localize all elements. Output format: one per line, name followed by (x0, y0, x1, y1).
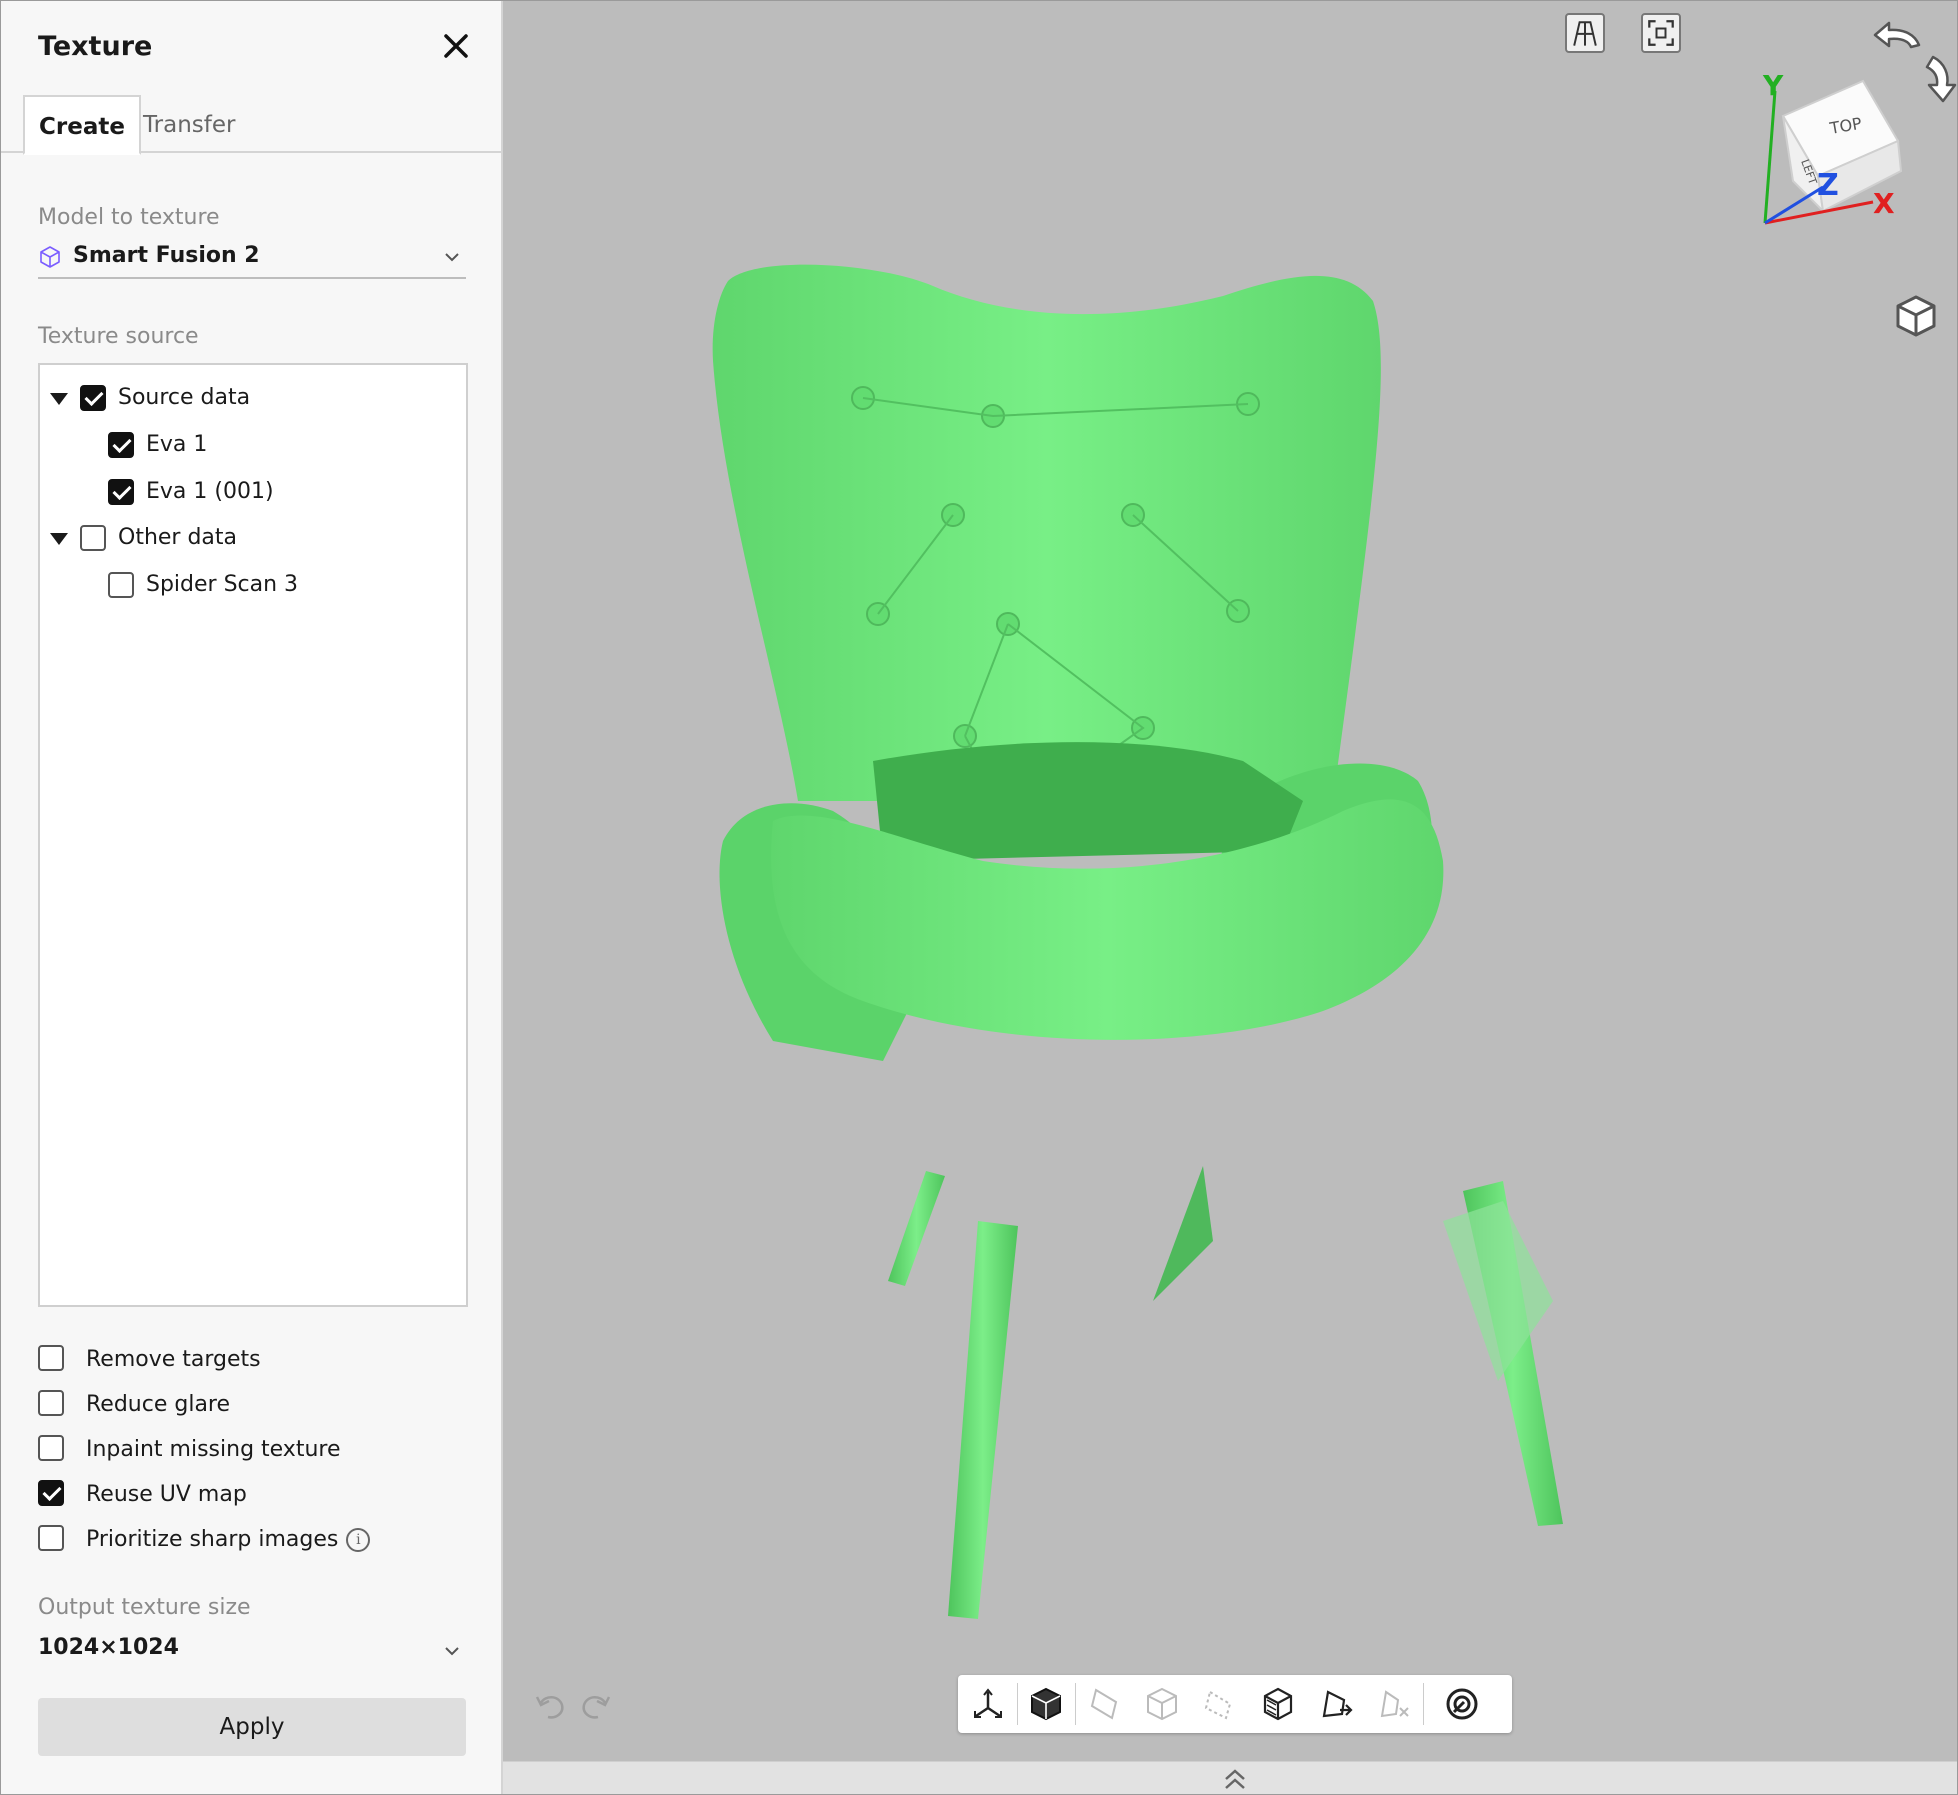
prioritize-sharp-checkbox[interactable] (38, 1525, 64, 1551)
close-icon[interactable] (437, 27, 475, 65)
spider-scan-3-checkbox[interactable] (108, 572, 134, 598)
other-data-checkbox[interactable] (80, 525, 106, 551)
inpaint-checkbox[interactable] (38, 1435, 64, 1461)
texture-source-tree: Source data Eva 1 Eva 1 (001) Other data… (38, 363, 468, 1307)
option-label-wrap: Prioritize sharp images i (86, 1527, 371, 1552)
tree-item-label: Other data (118, 525, 238, 550)
tab-create[interactable]: Create (23, 95, 141, 155)
output-size-dropdown[interactable]: 1024×1024 (38, 1633, 466, 1669)
remove-targets-checkbox[interactable] (38, 1345, 64, 1371)
flat-shading-icon[interactable] (1084, 1684, 1124, 1724)
expand-triangle-icon[interactable] (50, 533, 68, 545)
toolbar-separator (1017, 1683, 1018, 1725)
tree-item-label: Eva 1 (001) (146, 479, 274, 504)
chair-leg (948, 1221, 1018, 1619)
apply-button[interactable]: Apply (38, 1698, 466, 1756)
wireframe-icon[interactable] (1142, 1684, 1182, 1724)
texture-panel: Texture Create Transfer Model to texture… (1, 1, 503, 1794)
chair-leg-patch (1443, 1201, 1553, 1381)
chevron-down-icon (445, 1647, 459, 1656)
chair-leg (1153, 1166, 1213, 1301)
navigation-cube[interactable]: TOP LEFT Y Z X (1713, 71, 1933, 241)
option-label: Reuse UV map (86, 1482, 247, 1507)
panel-title: Texture (38, 31, 153, 62)
tab-bar: Create Transfer (1, 95, 501, 155)
perspective-view-icon[interactable] (1565, 13, 1605, 53)
option-label: Reduce glare (86, 1392, 231, 1417)
tree-item-spider-scan-3[interactable]: Spider Scan 3 (50, 570, 450, 602)
reduce-glare-checkbox[interactable] (38, 1390, 64, 1416)
target-icon[interactable] (1442, 1684, 1482, 1724)
option-label: Prioritize sharp images (86, 1527, 339, 1552)
texture-off-icon[interactable] (1374, 1684, 1414, 1724)
option-label: Remove targets (86, 1347, 261, 1372)
model-value: Smart Fusion 2 (73, 243, 260, 268)
chair-backrest (712, 264, 1381, 801)
axes-icon[interactable] (968, 1684, 1008, 1724)
fit-to-view-icon[interactable] (1641, 13, 1681, 53)
axis-y-line (1763, 90, 1777, 224)
eva-1-001-checkbox[interactable] (108, 479, 134, 505)
model-dropdown[interactable]: Smart Fusion 2 (38, 239, 466, 279)
view-toolbar (958, 1675, 1512, 1733)
redo-icon[interactable] (575, 1685, 615, 1725)
chair-3d-model[interactable] (683, 241, 1683, 1641)
tree-item-label: Eva 1 (146, 432, 208, 457)
source-section-label: Texture source (38, 324, 199, 349)
option-label: Inpaint missing texture (86, 1437, 341, 1462)
axis-z-label: Z (1817, 168, 1839, 203)
expand-triangle-icon[interactable] (50, 393, 68, 405)
model-section-label: Model to texture (38, 205, 220, 230)
axis-x-label: X (1873, 187, 1895, 220)
tree-item-label: Spider Scan 3 (146, 572, 299, 597)
tree-item-eva-1-001[interactable]: Eva 1 (001) (50, 477, 450, 509)
chair-seat-cushion (873, 742, 1303, 861)
output-section-label: Output texture size (38, 1595, 251, 1620)
toolbar-separator (1423, 1683, 1424, 1725)
bottom-panel-bar (503, 1761, 1957, 1794)
info-icon[interactable]: i (346, 1528, 371, 1552)
tree-item-source-data[interactable]: Source data (50, 383, 450, 415)
tab-transfer[interactable]: Transfer (129, 95, 249, 151)
cube-view-icon[interactable] (1893, 293, 1939, 339)
reuse-uv-map-checkbox[interactable] (38, 1480, 64, 1506)
solid-shading-icon[interactable] (1026, 1684, 1066, 1724)
points-icon[interactable] (1200, 1684, 1240, 1724)
output-size-value: 1024×1024 (38, 1635, 179, 1660)
tree-item-other-data[interactable]: Other data (50, 523, 450, 555)
tree-item-eva-1[interactable]: Eva 1 (50, 430, 450, 462)
eva-1-checkbox[interactable] (108, 432, 134, 458)
chevron-down-icon (445, 253, 459, 262)
toolbar-separator (1075, 1683, 1076, 1725)
double-chevron-up-icon[interactable] (1221, 1766, 1249, 1792)
3d-viewport[interactable]: TOP LEFT Y Z X (503, 1, 1957, 1761)
lighting-icon[interactable] (1316, 1684, 1356, 1724)
app-window: Texture Create Transfer Model to texture… (0, 0, 1958, 1795)
tree-item-label: Source data (118, 385, 251, 410)
cube-model-icon (40, 246, 60, 268)
axis-y-label: Y (1762, 71, 1784, 102)
chair-leg (888, 1171, 945, 1286)
source-data-checkbox[interactable] (80, 385, 106, 411)
textured-icon[interactable] (1258, 1684, 1298, 1724)
undo-icon[interactable] (531, 1685, 571, 1725)
